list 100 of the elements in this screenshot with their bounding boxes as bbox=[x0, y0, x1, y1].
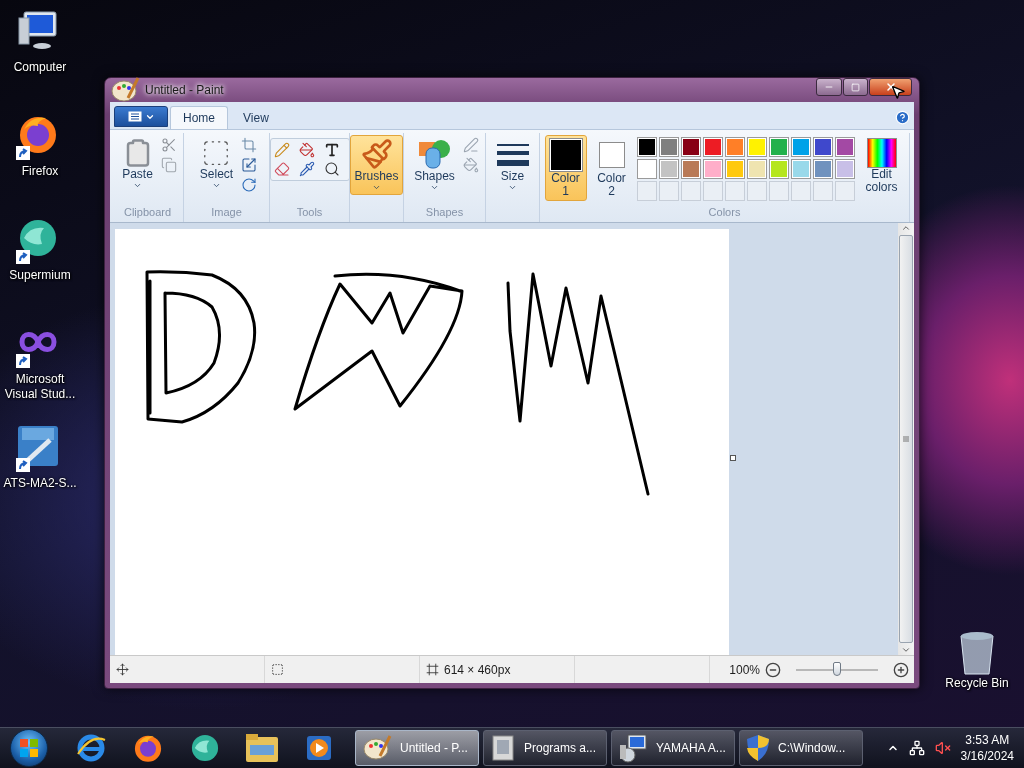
eyedropper-icon[interactable] bbox=[298, 161, 315, 177]
brushes-button[interactable]: Brushes bbox=[350, 135, 403, 195]
drawing-canvas[interactable] bbox=[115, 229, 729, 655]
app-tile-icon[interactable] bbox=[16, 424, 60, 468]
taskbar-task-button[interactable]: Programs a... bbox=[483, 730, 607, 766]
desktop-icon-label[interactable]: Supermium bbox=[1, 268, 79, 283]
play-icon[interactable] bbox=[304, 734, 333, 762]
color-swatch[interactable] bbox=[636, 159, 657, 179]
scroll-up-icon[interactable] bbox=[901, 223, 911, 233]
folder-icon[interactable] bbox=[244, 733, 279, 763]
setup-computer-icon bbox=[618, 733, 648, 763]
minimize-button[interactable] bbox=[816, 78, 842, 96]
color-swatch[interactable] bbox=[834, 159, 855, 179]
shapes-button[interactable]: Shapes bbox=[410, 135, 459, 195]
color-selector-button[interactable]: Color 1 bbox=[544, 135, 587, 201]
help-icon[interactable] bbox=[895, 110, 910, 125]
color-swatch[interactable] bbox=[702, 137, 723, 157]
caret-icon bbox=[212, 181, 221, 190]
plus-icon bbox=[893, 661, 909, 678]
cut-icon[interactable] bbox=[160, 137, 177, 153]
rotate-icon[interactable] bbox=[241, 177, 258, 193]
canvas-size-text: 614 × 460px bbox=[444, 662, 511, 677]
recycle-bin-icon[interactable] bbox=[957, 630, 997, 676]
brush-icon bbox=[360, 138, 393, 170]
color-swatch[interactable] bbox=[636, 137, 657, 157]
close-button[interactable] bbox=[869, 78, 912, 96]
taskbar-task-button[interactable]: YAMAHA A... bbox=[611, 730, 735, 766]
color-swatch[interactable] bbox=[746, 159, 767, 179]
zoom-percent: 100% bbox=[729, 662, 760, 677]
menu-icon bbox=[127, 111, 142, 122]
maximize-button[interactable] bbox=[843, 78, 868, 96]
zoom-slider-thumb[interactable] bbox=[833, 661, 841, 676]
color-swatch[interactable] bbox=[658, 159, 679, 179]
taskbar-task-button[interactable]: Untitled - P... bbox=[355, 730, 479, 766]
grip-icon bbox=[903, 436, 909, 442]
palette-icon bbox=[110, 76, 140, 104]
desktop-icon-label[interactable]: Microsoft Visual Stud... bbox=[1, 372, 79, 402]
color-swatch[interactable] bbox=[790, 159, 811, 179]
scroll-down-icon[interactable] bbox=[901, 645, 911, 655]
computer-icon[interactable] bbox=[16, 8, 60, 52]
color-selector-button[interactable]: Color 2 bbox=[590, 135, 633, 201]
size-button[interactable]: Size bbox=[492, 135, 533, 195]
selection-size-icon[interactable] bbox=[271, 663, 284, 676]
minus-icon bbox=[765, 661, 781, 678]
canvas-size-icon[interactable] bbox=[426, 663, 439, 676]
ribbon-tab[interactable]: Home bbox=[170, 106, 228, 129]
close-icon bbox=[884, 81, 897, 93]
caret-icon bbox=[133, 181, 142, 190]
app-menu-button[interactable] bbox=[114, 106, 168, 127]
color-swatch[interactable] bbox=[746, 137, 767, 157]
color-swatch[interactable] bbox=[812, 137, 833, 157]
maximize-icon bbox=[851, 82, 860, 92]
group-label: Tools bbox=[296, 206, 323, 220]
desktop-icon-label[interactable]: Firefox bbox=[1, 164, 79, 179]
move-cursor-icon[interactable] bbox=[116, 663, 129, 676]
color-swatch[interactable] bbox=[724, 137, 745, 157]
eraser-icon[interactable] bbox=[273, 161, 290, 177]
zoom-out-button[interactable] bbox=[765, 661, 781, 678]
ribbon-tab[interactable]: View bbox=[230, 106, 282, 129]
shapes-icon bbox=[417, 138, 452, 170]
edit-colors-button[interactable]: Edit colors bbox=[858, 135, 905, 197]
taskbar-task-button[interactable]: C:\Window... bbox=[739, 730, 863, 766]
color-swatch[interactable] bbox=[680, 137, 701, 157]
color-swatch[interactable] bbox=[658, 137, 679, 157]
desktop-icon-label[interactable]: Computer bbox=[1, 60, 79, 75]
color-swatch[interactable] bbox=[768, 137, 789, 157]
start-button[interactable] bbox=[10, 729, 48, 767]
group-label: Clipboard bbox=[123, 206, 172, 220]
color-swatch[interactable] bbox=[790, 137, 811, 157]
shield-icon bbox=[746, 734, 770, 762]
select-button[interactable]: Select bbox=[195, 135, 238, 193]
color-swatch[interactable] bbox=[724, 159, 745, 179]
text-icon[interactable] bbox=[323, 142, 340, 158]
vertical-scrollbar[interactable] bbox=[898, 223, 914, 655]
color-swatch[interactable] bbox=[834, 137, 855, 157]
resize-handle-icon[interactable] bbox=[730, 455, 736, 461]
palette-icon bbox=[362, 734, 392, 762]
windows-logo-icon bbox=[20, 739, 38, 757]
fill-icon[interactable] bbox=[462, 157, 479, 173]
color-swatch[interactable] bbox=[812, 159, 833, 179]
speaker-muted-icon[interactable] bbox=[934, 740, 951, 756]
browser-e-icon[interactable] bbox=[74, 732, 107, 764]
desktop-icon-label[interactable]: Recycle Bin bbox=[938, 676, 1016, 691]
color-swatch[interactable] bbox=[768, 159, 789, 179]
color-swatch[interactable] bbox=[702, 159, 723, 179]
scrollbar-thumb[interactable] bbox=[899, 235, 913, 643]
resize-icon[interactable] bbox=[241, 157, 258, 173]
desktop-icon-label[interactable]: ATS-MA2-S... bbox=[1, 476, 79, 491]
zoom-in-button[interactable] bbox=[893, 661, 909, 678]
outline-icon[interactable] bbox=[462, 137, 479, 153]
clock[interactable]: 3:53 AM 3/16/2024 bbox=[960, 732, 1014, 764]
group-label: Colors bbox=[708, 206, 741, 220]
paint-bucket-icon[interactable] bbox=[298, 142, 315, 158]
paste-button[interactable]: Paste bbox=[118, 135, 157, 193]
color-swatch[interactable] bbox=[680, 159, 701, 179]
color-spectrum-icon bbox=[866, 138, 897, 168]
pencil-icon[interactable] bbox=[273, 142, 290, 158]
magnifier-icon[interactable] bbox=[323, 161, 340, 177]
network-icon[interactable] bbox=[908, 740, 925, 756]
group-label: Image bbox=[211, 206, 242, 220]
